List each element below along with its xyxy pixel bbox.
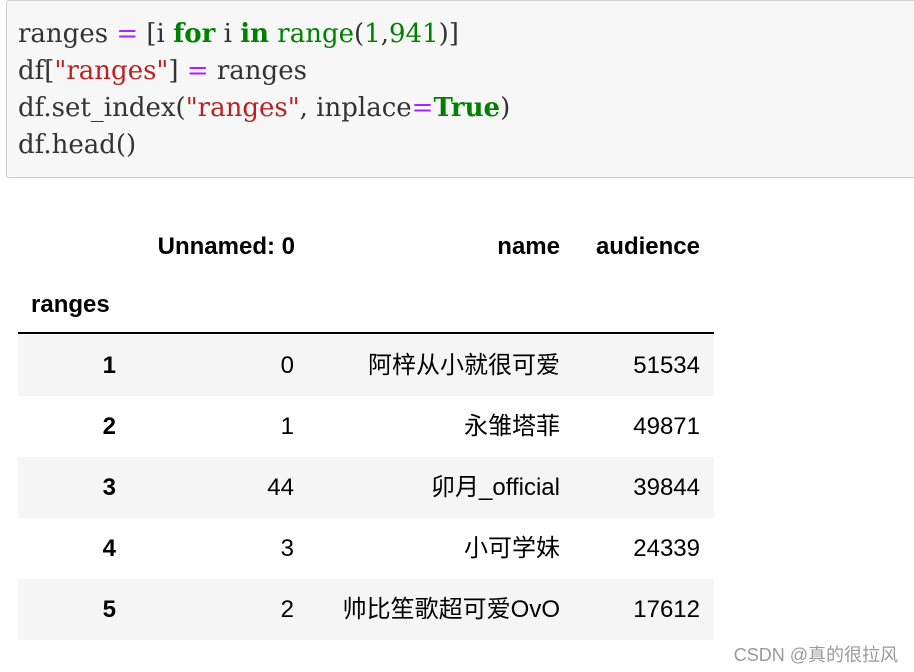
cell-audience: 49871 bbox=[633, 413, 700, 440]
row-index: 5 bbox=[102, 596, 116, 623]
index-header: ranges bbox=[31, 291, 110, 318]
cell-audience: 51534 bbox=[633, 352, 700, 379]
cell-name: 卯月_official bbox=[431, 474, 560, 501]
table-row: 4 3 小可学妹 24339 bbox=[18, 518, 714, 579]
cell-name: 阿梓从小就很可爱 bbox=[368, 352, 560, 379]
row-index: 4 bbox=[102, 535, 116, 562]
table-row: 5 2 帅比笙歌超可爱OvO 17612 bbox=[18, 579, 714, 640]
cell-audience: 24339 bbox=[633, 535, 700, 562]
cell-audience: 17612 bbox=[633, 596, 700, 623]
cell-name: 永雏塔菲 bbox=[464, 413, 560, 440]
table-row: 1 0 阿梓从小就很可爱 51534 bbox=[18, 335, 714, 396]
cell-unnamed: 3 bbox=[280, 535, 294, 562]
header-rule bbox=[18, 332, 714, 334]
row-index: 3 bbox=[102, 474, 116, 501]
cell-name: 小可学妹 bbox=[464, 535, 560, 562]
table-row: 2 1 永雏塔菲 49871 bbox=[18, 396, 714, 457]
cell-unnamed: 44 bbox=[267, 474, 294, 501]
dataframe-output: Unnamed: 0 name audience ranges 1 0 阿梓从小… bbox=[0, 0, 914, 672]
row-index: 2 bbox=[102, 413, 116, 440]
column-header-unnamed: Unnamed: 0 bbox=[157, 233, 295, 260]
cell-unnamed: 1 bbox=[280, 413, 294, 440]
table-row: 3 44 卯月_official 39844 bbox=[18, 457, 714, 518]
cell-unnamed: 0 bbox=[280, 352, 294, 379]
csdn-watermark: CSDN @真的很拉风 bbox=[733, 645, 898, 665]
cell-unnamed: 2 bbox=[280, 596, 294, 623]
cell-name: 帅比笙歌超可爱OvO bbox=[342, 596, 560, 623]
column-header-audience: audience bbox=[595, 233, 700, 260]
cell-audience: 39844 bbox=[633, 474, 700, 501]
column-header-name: name bbox=[497, 233, 560, 260]
row-index: 1 bbox=[102, 352, 116, 379]
